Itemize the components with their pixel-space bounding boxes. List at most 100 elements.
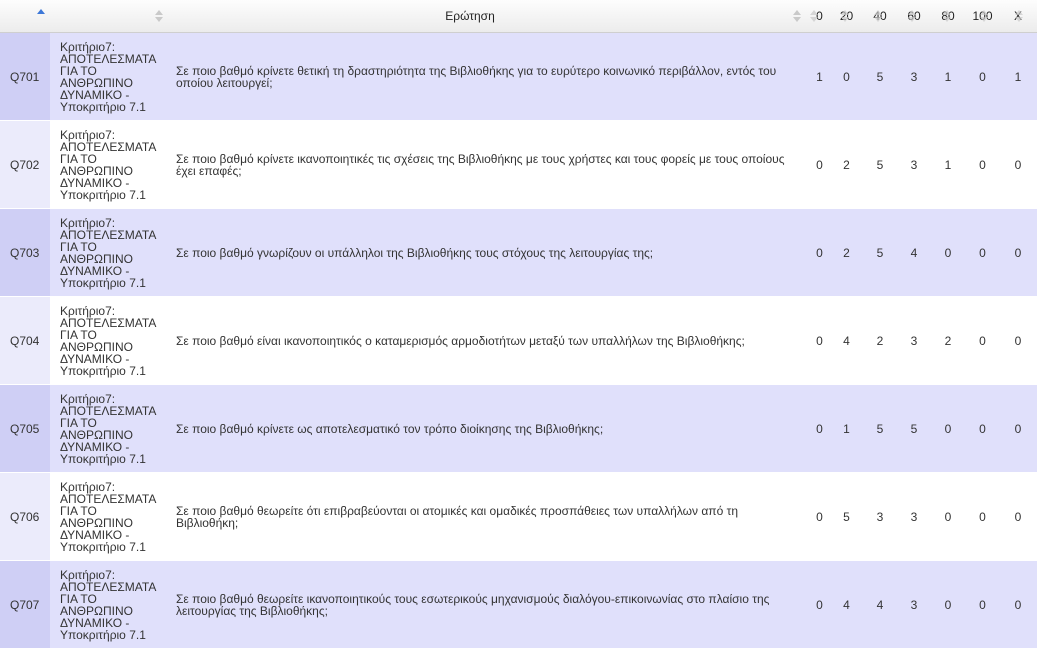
row-question: Σε ποιο βαθμό γνωρίζουν οι υπάλληλοι της… xyxy=(168,208,808,297)
row-value-0: 1 xyxy=(808,32,831,121)
row-question: Σε ποιο βαθμό κρίνετε ικανοποιητικές τις… xyxy=(168,120,808,209)
sort-icon xyxy=(154,10,163,22)
sort-icon xyxy=(907,10,916,22)
table-row[interactable]: Q705 Κριτήριο7: ΑΠΟΤΕΛΕΣΜΑΤΑ ΓΙΑ ΤΟ ΑΝΘΡΩ… xyxy=(0,384,1037,473)
row-value-80: 1 xyxy=(930,120,966,209)
row-criterion: Κριτήριο7: ΑΠΟΤΕΛΕΣΜΑΤΑ ΓΙΑ ΤΟ ΑΝΘΡΩΠΙΝΟ… xyxy=(50,384,168,473)
row-value-0: 0 xyxy=(808,560,831,649)
row-value-20: 0 xyxy=(831,32,862,121)
row-value-60: 3 xyxy=(898,472,930,561)
row-value-0: 0 xyxy=(808,208,831,297)
row-value-20: 4 xyxy=(831,296,862,385)
row-value-X: 0 xyxy=(999,560,1037,649)
row-value-40: 4 xyxy=(862,560,898,649)
row-id: Q701 xyxy=(0,32,50,121)
row-value-80: 0 xyxy=(930,472,966,561)
header-col-40[interactable]: 40 xyxy=(862,0,898,33)
row-criterion: Κριτήριο7: ΑΠΟΤΕΛΕΣΜΑΤΑ ΓΙΑ ΤΟ ΑΝΘΡΩΠΙΝΟ… xyxy=(50,208,168,297)
row-value-100: 0 xyxy=(966,296,999,385)
row-id: Q706 xyxy=(0,472,50,561)
survey-results-table: Ερώτηση 0 20 40 60 80 100 X Q701 Κριτήριο… xyxy=(0,0,1037,649)
row-value-80: 0 xyxy=(930,208,966,297)
row-question: Σε ποιο βαθμό θεωρείτε ικανοποιητικούς τ… xyxy=(168,560,808,649)
sort-icon xyxy=(873,10,882,22)
row-value-20: 1 xyxy=(831,384,862,473)
row-value-0: 0 xyxy=(808,120,831,209)
row-value-40: 5 xyxy=(862,208,898,297)
row-id: Q707 xyxy=(0,560,50,649)
row-value-60: 5 xyxy=(898,384,930,473)
header-criterion-column[interactable] xyxy=(50,0,168,33)
sort-icon xyxy=(979,10,988,22)
row-value-100: 0 xyxy=(966,208,999,297)
row-value-40: 5 xyxy=(862,120,898,209)
table-row[interactable]: Q703 Κριτήριο7: ΑΠΟΤΕΛΕΣΜΑΤΑ ΓΙΑ ΤΟ ΑΝΘΡΩ… xyxy=(0,208,1037,297)
row-criterion: Κριτήριο7: ΑΠΟΤΕΛΕΣΜΑΤΑ ΓΙΑ ΤΟ ΑΝΘΡΩΠΙΝΟ… xyxy=(50,472,168,561)
row-value-0: 0 xyxy=(808,384,831,473)
row-value-60: 4 xyxy=(898,208,930,297)
row-question: Σε ποιο βαθμό κρίνετε ως αποτελεσματικό … xyxy=(168,384,808,473)
row-value-X: 0 xyxy=(999,208,1037,297)
header-question-label: Ερώτηση xyxy=(445,9,495,23)
row-value-80: 0 xyxy=(930,560,966,649)
row-value-X: 0 xyxy=(999,296,1037,385)
row-value-0: 0 xyxy=(808,472,831,561)
row-value-60: 3 xyxy=(898,32,930,121)
row-id: Q703 xyxy=(0,208,50,297)
table-row[interactable]: Q702 Κριτήριο7: ΑΠΟΤΕΛΕΣΜΑΤΑ ΓΙΑ ΤΟ ΑΝΘΡΩ… xyxy=(0,120,1037,209)
row-value-40: 3 xyxy=(862,472,898,561)
row-value-60: 3 xyxy=(898,560,930,649)
row-value-20: 2 xyxy=(831,208,862,297)
sort-icon xyxy=(1014,10,1023,22)
row-value-20: 2 xyxy=(831,120,862,209)
table-body: Q701 Κριτήριο7: ΑΠΟΤΕΛΕΣΜΑΤΑ ΓΙΑ ΤΟ ΑΝΘΡΩ… xyxy=(0,32,1037,649)
row-value-X: 1 xyxy=(999,32,1037,121)
row-value-100: 0 xyxy=(966,384,999,473)
row-value-100: 0 xyxy=(966,472,999,561)
row-value-40: 2 xyxy=(862,296,898,385)
row-value-80: 1 xyxy=(930,32,966,121)
row-value-60: 3 xyxy=(898,296,930,385)
sort-icon xyxy=(942,10,951,22)
header-question-column[interactable]: Ερώτηση xyxy=(168,0,808,33)
row-value-20: 5 xyxy=(831,472,862,561)
row-id: Q705 xyxy=(0,384,50,473)
sort-icon xyxy=(792,10,801,22)
row-value-100: 0 xyxy=(966,560,999,649)
row-criterion: Κριτήριο7: ΑΠΟΤΕΛΕΣΜΑΤΑ ΓΙΑ ΤΟ ΑΝΘΡΩΠΙΝΟ… xyxy=(50,32,168,121)
header-col-60[interactable]: 60 xyxy=(898,0,930,33)
row-question: Σε ποιο βαθμό κρίνετε θετική τη δραστηρι… xyxy=(168,32,808,121)
row-value-60: 3 xyxy=(898,120,930,209)
row-id: Q704 xyxy=(0,296,50,385)
table-row[interactable]: Q701 Κριτήριο7: ΑΠΟΤΕΛΕΣΜΑΤΑ ΓΙΑ ΤΟ ΑΝΘΡΩ… xyxy=(0,32,1037,121)
row-value-0: 0 xyxy=(808,296,831,385)
sort-icon xyxy=(840,10,849,22)
header-col-x[interactable]: X xyxy=(999,0,1037,33)
row-value-100: 0 xyxy=(966,120,999,209)
sort-ascending-icon xyxy=(36,9,45,21)
row-question: Σε ποιο βαθμό θεωρείτε ότι επιβραβεύοντα… xyxy=(168,472,808,561)
table-row[interactable]: Q706 Κριτήριο7: ΑΠΟΤΕΛΕΣΜΑΤΑ ΓΙΑ ΤΟ ΑΝΘΡΩ… xyxy=(0,472,1037,561)
row-criterion: Κριτήριο7: ΑΠΟΤΕΛΕΣΜΑΤΑ ΓΙΑ ΤΟ ΑΝΘΡΩΠΙΝΟ… xyxy=(50,120,168,209)
row-criterion: Κριτήριο7: ΑΠΟΤΕΛΕΣΜΑΤΑ ΓΙΑ ΤΟ ΑΝΘΡΩΠΙΝΟ… xyxy=(50,560,168,649)
row-value-X: 0 xyxy=(999,120,1037,209)
row-value-80: 0 xyxy=(930,384,966,473)
row-value-20: 4 xyxy=(831,560,862,649)
header-id-column[interactable] xyxy=(0,0,50,33)
row-value-40: 5 xyxy=(862,32,898,121)
row-value-100: 0 xyxy=(966,32,999,121)
row-value-X: 0 xyxy=(999,472,1037,561)
table-row[interactable]: Q707 Κριτήριο7: ΑΠΟΤΕΛΕΣΜΑΤΑ ΓΙΑ ΤΟ ΑΝΘΡΩ… xyxy=(0,560,1037,649)
table-header-row: Ερώτηση 0 20 40 60 80 100 X xyxy=(0,0,1037,33)
table-row[interactable]: Q704 Κριτήριο7: ΑΠΟΤΕΛΕΣΜΑΤΑ ΓΙΑ ΤΟ ΑΝΘΡΩ… xyxy=(0,296,1037,385)
sort-icon xyxy=(809,10,818,22)
header-col-0[interactable]: 0 xyxy=(808,0,831,33)
row-value-X: 0 xyxy=(999,384,1037,473)
row-question: Σε ποιο βαθμό είναι ικανοποιητικός ο κατ… xyxy=(168,296,808,385)
header-col-20[interactable]: 20 xyxy=(831,0,862,33)
header-col-100[interactable]: 100 xyxy=(966,0,999,33)
row-value-40: 5 xyxy=(862,384,898,473)
row-criterion: Κριτήριο7: ΑΠΟΤΕΛΕΣΜΑΤΑ ΓΙΑ ΤΟ ΑΝΘΡΩΠΙΝΟ… xyxy=(50,296,168,385)
row-id: Q702 xyxy=(0,120,50,209)
header-col-80[interactable]: 80 xyxy=(930,0,966,33)
